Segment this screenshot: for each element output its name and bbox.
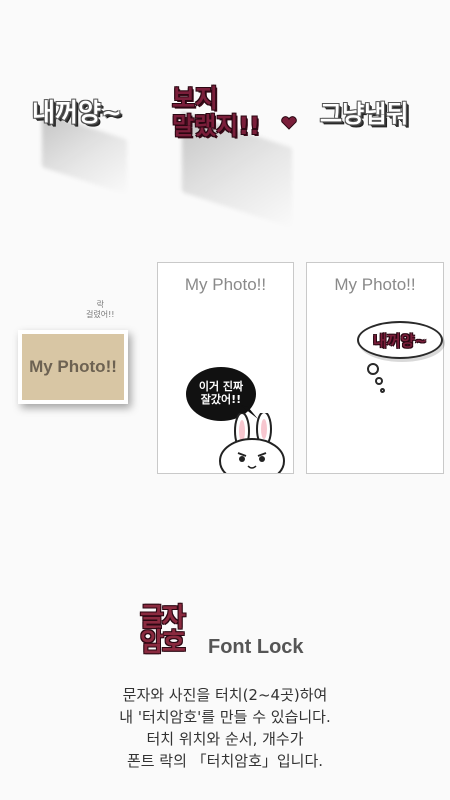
logo-line2: 암호 bbox=[140, 627, 186, 658]
app-name: Font Lock bbox=[208, 636, 304, 658]
lock-tag-line1: 락 bbox=[96, 300, 104, 309]
thought-dot bbox=[375, 377, 383, 385]
lock-tag: 락 걸렸어!! bbox=[86, 300, 115, 319]
description: 문자와 사진을 터치(2~4곳)하여 내 '터치암호'를 만들 수 있습니다. … bbox=[0, 684, 450, 772]
small-photo[interactable]: My Photo!! bbox=[18, 330, 128, 404]
thought-dot bbox=[380, 388, 385, 393]
description-line3: 터치 위치와 순서, 개수가 bbox=[146, 730, 304, 748]
thought-dot bbox=[367, 363, 379, 375]
sticker-text-line2: 말랬지!! bbox=[172, 112, 261, 140]
small-photo-label: My Photo!! bbox=[29, 357, 117, 376]
photo-card-thought[interactable]: My Photo!! 내꺼양~ bbox=[306, 262, 444, 474]
thought-bubble: 내꺼양~ bbox=[357, 321, 443, 359]
app-logo: 글자 암호 bbox=[140, 603, 202, 666]
sticker-boji-mallaetji[interactable]: 보지 말랬지!! bbox=[172, 84, 297, 228]
sticker-text: 내꺼양~ bbox=[32, 98, 122, 127]
sticker-text-line1: 보지 bbox=[172, 84, 219, 113]
photo-card-rabbit[interactable]: My Photo!! 이거 진짜 잘갔어!! bbox=[157, 262, 294, 474]
heart-icon bbox=[281, 116, 297, 130]
lock-tag-line2: 걸렸어!! bbox=[86, 309, 115, 319]
description-line1: 문자와 사진을 터치(2~4곳)하여 bbox=[122, 686, 328, 704]
speech-line2: 잘갔어!! bbox=[200, 393, 242, 406]
description-line4: 폰트 락의 「터치암호」입니다. bbox=[126, 752, 324, 770]
logo-line1: 글자 bbox=[140, 603, 186, 633]
card-title: My Photo!! bbox=[334, 275, 416, 294]
sticker-naekkeoyang[interactable]: 내꺼양~ bbox=[32, 98, 132, 195]
sticker-geunyang-naepdwo[interactable]: 그냥냅둬 bbox=[320, 102, 430, 142]
sticker-text: 그냥냅둬 bbox=[320, 100, 409, 128]
card-title: My Photo!! bbox=[184, 275, 267, 294]
thought-text: 내꺼양~ bbox=[373, 331, 427, 350]
rabbit-character bbox=[219, 413, 285, 473]
description-line2: 내 '터치암호'를 만들 수 있습니다. bbox=[119, 708, 331, 726]
